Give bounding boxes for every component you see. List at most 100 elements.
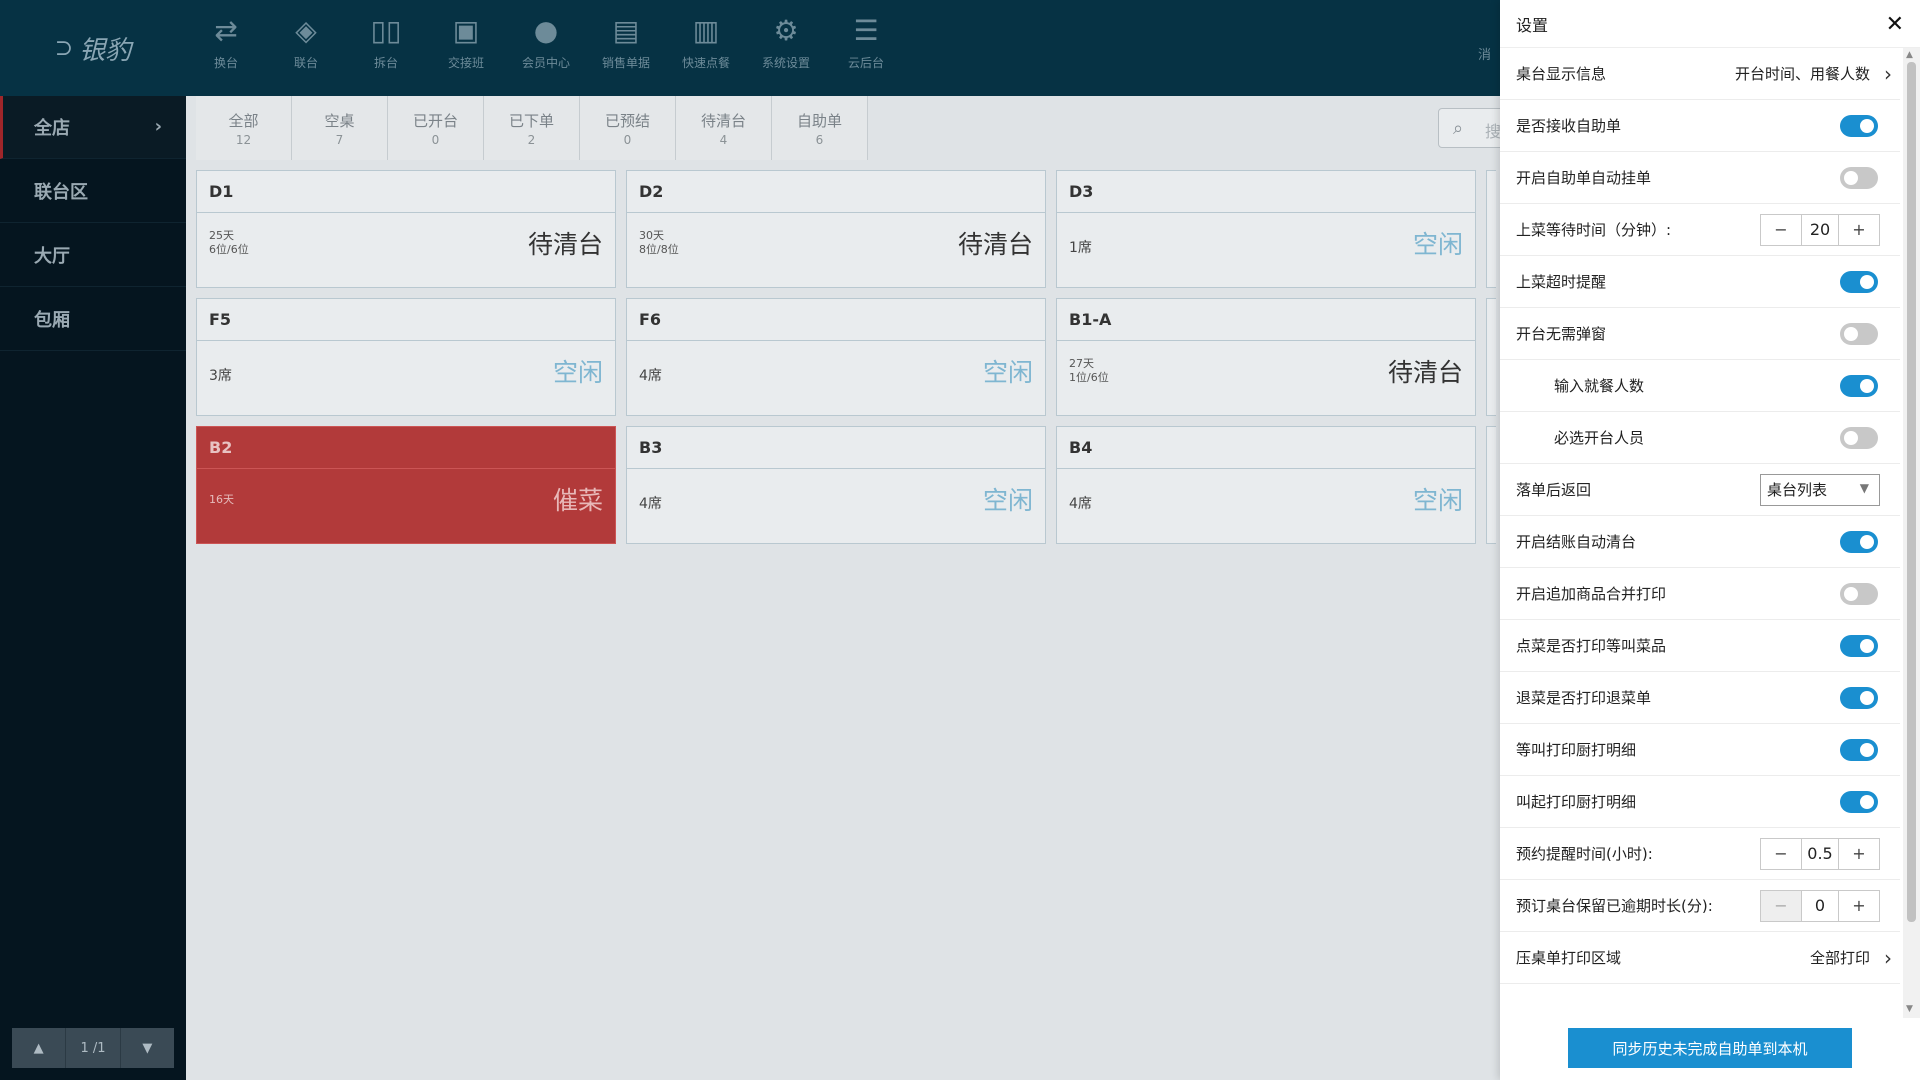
setting-print-return-slip: 退菜是否打印退菜单 (1500, 672, 1900, 724)
table-card-d2[interactable]: D2 30天 8位/8位 待清台 (626, 170, 1046, 288)
toolbar-link-table[interactable]: ◈ 联台 (266, 14, 346, 84)
scroll-up-icon[interactable]: ▲ (1906, 50, 1913, 60)
toggle-switch[interactable] (1840, 270, 1878, 293)
setting-auto-clean-on-checkout: 开启结账自动清台 (1500, 516, 1900, 568)
stepper-value[interactable]: 0.5 (1801, 838, 1839, 869)
table-id: B1-A (1057, 299, 1475, 341)
quick-order-icon: ▥ (692, 14, 720, 47)
increment-button[interactable]: + (1839, 891, 1879, 921)
toggle-switch[interactable] (1840, 166, 1878, 189)
status-filter-tabs: 全部 12 空桌 7 已开台 0 已下单 2 已预结 0 待清台 4 自助单 6 (196, 96, 868, 160)
setting-reserved-table-overdue-minutes: 预订桌台保留已逾期时长(分): − 0 + (1500, 880, 1900, 932)
table-card-d3[interactable]: D3 1席 空闲 (1056, 170, 1476, 288)
table-status: 空闲 (552, 358, 603, 387)
sidebar-item-private-room[interactable]: 包厢 (0, 288, 186, 351)
scroll-down-icon[interactable]: ▼ (1906, 1004, 1913, 1014)
decrement-button[interactable]: − (1761, 839, 1801, 869)
close-icon[interactable]: ✕ (1886, 12, 1904, 37)
table-card-partial (1486, 426, 1496, 544)
cloud-backend-icon: ☰ (853, 14, 879, 47)
toolbar-member-center[interactable]: ● 会员中心 (506, 14, 586, 84)
setting-serve-timeout-alert: 上菜超时提醒 (1500, 256, 1900, 308)
setting-table-slip-print-area[interactable]: 压桌单打印区域 全部打印 › (1500, 932, 1900, 984)
brand-name: 银豹 (79, 35, 132, 66)
search-partial-text: 搜 (1485, 122, 1502, 141)
tab-self-service[interactable]: 自助单 6 (772, 96, 868, 160)
scrollbar-thumb[interactable] (1907, 62, 1916, 922)
toggle-switch[interactable] (1840, 790, 1878, 813)
toolbar-swap-table[interactable]: ⇄ 换台 (186, 14, 266, 84)
swap-table-icon: ⇄ (214, 14, 238, 47)
tab-pre-settled[interactable]: 已预结 0 (580, 96, 676, 160)
page-up-button[interactable]: ▲ (12, 1028, 67, 1068)
toggle-switch[interactable] (1840, 738, 1878, 761)
settings-scrollbar[interactable]: ▲ ▼ (1903, 48, 1920, 1018)
sidebar-item-linked-area[interactable]: 联台区 (0, 160, 186, 223)
table-id: B2 (197, 427, 615, 469)
table-status: 待清台 (957, 230, 1033, 259)
sidebar-item-hall[interactable]: 大厅 (0, 224, 186, 287)
chevron-right-icon: › (154, 116, 162, 137)
link-table-icon: ◈ (295, 14, 317, 47)
toggle-switch[interactable] (1840, 114, 1878, 137)
toggle-switch[interactable] (1840, 374, 1878, 397)
tab-to-clean[interactable]: 待清台 4 (676, 96, 772, 160)
decrement-button[interactable]: − (1761, 215, 1801, 245)
serve-wait-stepper: − 20 + (1760, 213, 1880, 246)
caret-up-icon: ▲ (33, 1040, 44, 1056)
toolbar-cloud-backend[interactable]: ☰ 云后台 (826, 14, 906, 84)
sales-receipt-icon: ▤ (612, 14, 640, 47)
table-card-b4[interactable]: B4 4席 空闲 (1056, 426, 1476, 544)
setting-auto-hold-self-order: 开启自助单自动挂单 (1500, 152, 1900, 204)
toolbar-shift-handover[interactable]: ▣ 交接班 (426, 14, 506, 84)
overdue-minutes-stepper: − 0 + (1760, 889, 1880, 922)
chevron-right-icon: › (1884, 945, 1892, 970)
table-info: 30天 8位/8位 (639, 229, 679, 256)
setting-reservation-reminder-hours: 预约提醒时间(小时): − 0.5 + (1500, 828, 1900, 880)
settings-panel: 设置 ✕ 桌台显示信息 开台时间、用餐人数 › 是否接收自助单 开启自助单自动挂… (1500, 0, 1920, 1080)
table-status: 空闲 (982, 358, 1033, 387)
tab-all[interactable]: 全部 12 (196, 96, 292, 160)
table-card-f5[interactable]: F5 3席 空闲 (196, 298, 616, 416)
settings-title: 设置 (1516, 15, 1549, 35)
table-card-f6[interactable]: F6 4席 空闲 (626, 298, 1046, 416)
table-card-d1[interactable]: D1 25天 6位/6位 待清台 (196, 170, 616, 288)
toggle-switch[interactable] (1840, 426, 1878, 449)
table-status: 待清台 (527, 230, 603, 259)
brand-logo: ⊃ 银豹 (0, 0, 186, 96)
settings-header: 设置 ✕ (1500, 0, 1920, 48)
stepper-value[interactable]: 20 (1801, 214, 1839, 245)
toolbar-system-settings[interactable]: ⚙ 系统设置 (746, 14, 826, 84)
setting-table-display-info[interactable]: 桌台显示信息 开台时间、用餐人数 › (1500, 48, 1900, 100)
return-after-order-select[interactable]: 桌台列表 ▼ (1760, 473, 1880, 506)
table-card-b1-a[interactable]: B1-A 27天 1位/6位 待清台 (1056, 298, 1476, 416)
page-down-button[interactable]: ▼ (121, 1028, 174, 1068)
gear-icon: ⚙ (773, 14, 799, 47)
tab-opened[interactable]: 已开台 0 (388, 96, 484, 160)
table-seats: 1席 (1069, 240, 1092, 256)
sidebar-item-all[interactable]: 全店 › (0, 96, 186, 159)
toolbar-sales-receipt[interactable]: ▤ 销售单据 (586, 14, 666, 84)
tab-empty[interactable]: 空桌 7 (292, 96, 388, 160)
caret-down-icon: ▼ (142, 1040, 153, 1056)
area-pager: ▲ 1 /1 ▼ (12, 1028, 174, 1068)
table-card-b2[interactable]: B2 16天 催菜 (196, 426, 616, 544)
toggle-switch[interactable] (1840, 634, 1878, 657)
toggle-switch[interactable] (1840, 582, 1878, 605)
toggle-switch[interactable] (1840, 686, 1878, 709)
toggle-switch[interactable] (1840, 322, 1878, 345)
table-info: 25天 6位/6位 (209, 229, 249, 256)
setting-value: 全部打印 (1809, 949, 1870, 967)
setting-require-open-staff: 必选开台人员 (1500, 412, 1900, 464)
sync-self-orders-button[interactable]: 同步历史未完成自助单到本机 (1568, 1028, 1852, 1068)
increment-button[interactable]: + (1839, 839, 1879, 869)
toggle-switch[interactable] (1840, 530, 1878, 553)
table-card-b3[interactable]: B3 4席 空闲 (626, 426, 1046, 544)
decrement-button[interactable]: − (1761, 890, 1801, 921)
tab-ordered[interactable]: 已下单 2 (484, 96, 580, 160)
shift-handover-icon: ▣ (452, 14, 480, 47)
increment-button[interactable]: + (1839, 215, 1879, 245)
toolbar-quick-order[interactable]: ▥ 快速点餐 (666, 14, 746, 84)
toolbar-split-table[interactable]: ▯▯ 拆台 (346, 14, 426, 84)
stepper-value[interactable]: 0 (1801, 890, 1839, 921)
